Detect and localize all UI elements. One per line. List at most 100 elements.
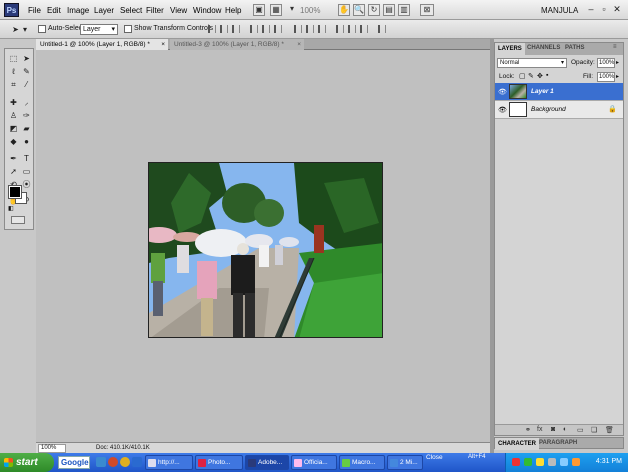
distribute-right-icon[interactable]	[360, 25, 368, 33]
quick-launch-icon[interactable]	[120, 457, 130, 467]
zoom-field[interactable]: 100%	[38, 444, 66, 453]
taskbar-button[interactable]: Adobe...	[245, 455, 289, 470]
close-icon[interactable]: ✕	[612, 4, 622, 15]
lock-transparency-icon[interactable]: ▢	[519, 72, 526, 80]
blur-tool-icon[interactable]: ◆	[8, 136, 19, 147]
lock-pixels-icon[interactable]: ✎	[528, 72, 534, 80]
layer-style-icon[interactable]: fx	[537, 426, 542, 433]
align-right-icon[interactable]	[274, 25, 282, 33]
opacity-field[interactable]: 100%	[597, 58, 615, 68]
document-size[interactable]: Doc: 410.1K/410.1K	[96, 445, 150, 451]
zoom-tool-icon[interactable]: 🔍	[353, 4, 365, 16]
pen-tool-icon[interactable]: ✒	[8, 153, 19, 164]
layer-mask-icon[interactable]: ◙	[551, 426, 555, 433]
history-brush-tool-icon[interactable]: ✑	[21, 110, 32, 121]
panel-menu-icon[interactable]: ≡	[613, 44, 617, 50]
tray-icon[interactable]	[572, 458, 580, 466]
layer-row-layer-1[interactable]: 👁 Layer 1	[495, 83, 623, 101]
lasso-tool-icon[interactable]: ℓ	[8, 66, 19, 77]
menu-help[interactable]: Help	[225, 6, 241, 15]
type-tool-icon[interactable]: T	[21, 153, 32, 164]
layer-row-background[interactable]: 👁 Background 🔒	[495, 101, 623, 119]
chevron-down-icon[interactable]: ▾	[22, 24, 28, 35]
google-search-box[interactable]: Google	[58, 456, 90, 469]
clock[interactable]: 4:31 PM	[596, 458, 622, 465]
taskbar-button[interactable]: Macro...	[339, 455, 385, 470]
arrange-documents-icon[interactable]: ▥	[398, 4, 410, 16]
show-transform-checkbox[interactable]	[124, 25, 132, 33]
minimize-icon[interactable]: –	[586, 4, 596, 15]
menu-layer[interactable]: Layer	[94, 6, 114, 15]
distribute-center-icon[interactable]	[306, 25, 314, 33]
close-icon[interactable]: ×	[161, 39, 165, 50]
workspace-switcher[interactable]: MANJULA	[541, 6, 578, 15]
lock-position-icon[interactable]: ✥	[537, 72, 543, 80]
blend-mode-dropdown[interactable]: Normal ▾	[497, 58, 567, 68]
document-image[interactable]	[148, 162, 383, 338]
eraser-tool-icon[interactable]: ◩	[8, 123, 19, 134]
menu-window[interactable]: Window	[193, 6, 221, 15]
menu-view[interactable]: View	[170, 6, 187, 15]
distribute-bottom-icon[interactable]	[318, 25, 326, 33]
launch-bridge-icon[interactable]: ▣	[253, 4, 265, 16]
distribute-left-icon[interactable]	[336, 25, 344, 33]
move-tool-icon[interactable]: ➤	[10, 24, 21, 35]
tab-paragraph[interactable]: PARAGRAPH	[539, 440, 577, 446]
adjustment-layer-icon[interactable]: ◐	[563, 426, 567, 433]
tab-untitled-1[interactable]: Untitled-1 @ 100% (Layer 1, RGB/8) * ×	[36, 39, 168, 50]
shape-tool-icon[interactable]: ▭	[21, 166, 32, 177]
taskbar-button[interactable]: 2 Mi...	[387, 455, 423, 470]
gradient-tool-icon[interactable]: ▰	[21, 123, 32, 134]
clone-stamp-tool-icon[interactable]: ♙	[8, 110, 19, 121]
chevron-right-icon[interactable]: ▸	[616, 73, 619, 80]
lock-all-icon[interactable]: ▪	[546, 72, 548, 79]
hand-tool-icon[interactable]: ✋	[338, 4, 350, 16]
quick-mask-icon[interactable]	[11, 216, 25, 224]
rotate-view-icon[interactable]: ↻	[368, 4, 380, 16]
path-selection-tool-icon[interactable]: ➚	[8, 166, 19, 177]
crop-tool-icon[interactable]: ⌗	[8, 79, 19, 90]
auto-align-icon[interactable]	[378, 25, 386, 33]
eye-icon[interactable]: 👁	[498, 106, 507, 114]
align-bottom-icon[interactable]	[232, 25, 240, 33]
fill-field[interactable]: 100%	[597, 72, 615, 82]
taskbar-button[interactable]: http://...	[145, 455, 193, 470]
3d-camera-tool-icon[interactable]: ⦿	[21, 179, 32, 190]
taskbar-button[interactable]: Officia...	[291, 455, 337, 470]
tab-paths[interactable]: PATHS	[565, 45, 584, 51]
chevron-down-icon[interactable]: ▾	[285, 4, 299, 16]
tab-layers[interactable]: LAYERS	[495, 43, 525, 55]
quick-launch-icon[interactable]	[132, 457, 142, 467]
eyedropper-tool-icon[interactable]: ⁄	[21, 79, 32, 90]
new-group-icon[interactable]: ▭	[577, 426, 584, 434]
tray-icon[interactable]	[548, 458, 556, 466]
brush-tool-icon[interactable]: ⸝	[21, 97, 32, 108]
tray-icon[interactable]	[512, 458, 520, 466]
foreground-color-swatch[interactable]	[8, 185, 22, 199]
screen-mode-icon[interactable]: ⊠	[420, 4, 434, 16]
zoom-level[interactable]: 100%	[300, 6, 320, 15]
menu-file[interactable]: File	[28, 6, 41, 15]
tab-channels[interactable]: CHANNELS	[527, 45, 560, 51]
taskbar-button[interactable]: Photo...	[195, 455, 243, 470]
distribute-top-icon[interactable]	[294, 25, 302, 33]
menu-filter[interactable]: Filter	[146, 6, 164, 15]
restore-icon[interactable]: ▫	[599, 4, 609, 15]
quick-launch-icon[interactable]	[108, 457, 118, 467]
default-colors-icon[interactable]: ◧	[8, 205, 14, 212]
tray-icon[interactable]	[524, 458, 532, 466]
tray-icon[interactable]	[536, 458, 544, 466]
quick-launch-icon[interactable]	[96, 457, 106, 467]
link-layers-icon[interactable]: ⚭	[525, 426, 531, 434]
distribute-hcenter-icon[interactable]	[348, 25, 356, 33]
menu-image[interactable]: Image	[67, 6, 89, 15]
dodge-tool-icon[interactable]: ●	[21, 136, 32, 147]
quick-selection-tool-icon[interactable]: ✎	[21, 66, 32, 77]
marquee-tool-icon[interactable]: ⬚	[8, 53, 19, 64]
view-extras-icon[interactable]: ▦	[270, 4, 282, 16]
move-tool-icon[interactable]: ➤	[21, 53, 32, 64]
auto-select-dropdown[interactable]: Layer ▾	[80, 24, 118, 35]
align-vertical-center-icon[interactable]	[220, 25, 228, 33]
menu-edit[interactable]: Edit	[47, 6, 61, 15]
tab-character[interactable]: CHARACTER	[495, 438, 539, 450]
